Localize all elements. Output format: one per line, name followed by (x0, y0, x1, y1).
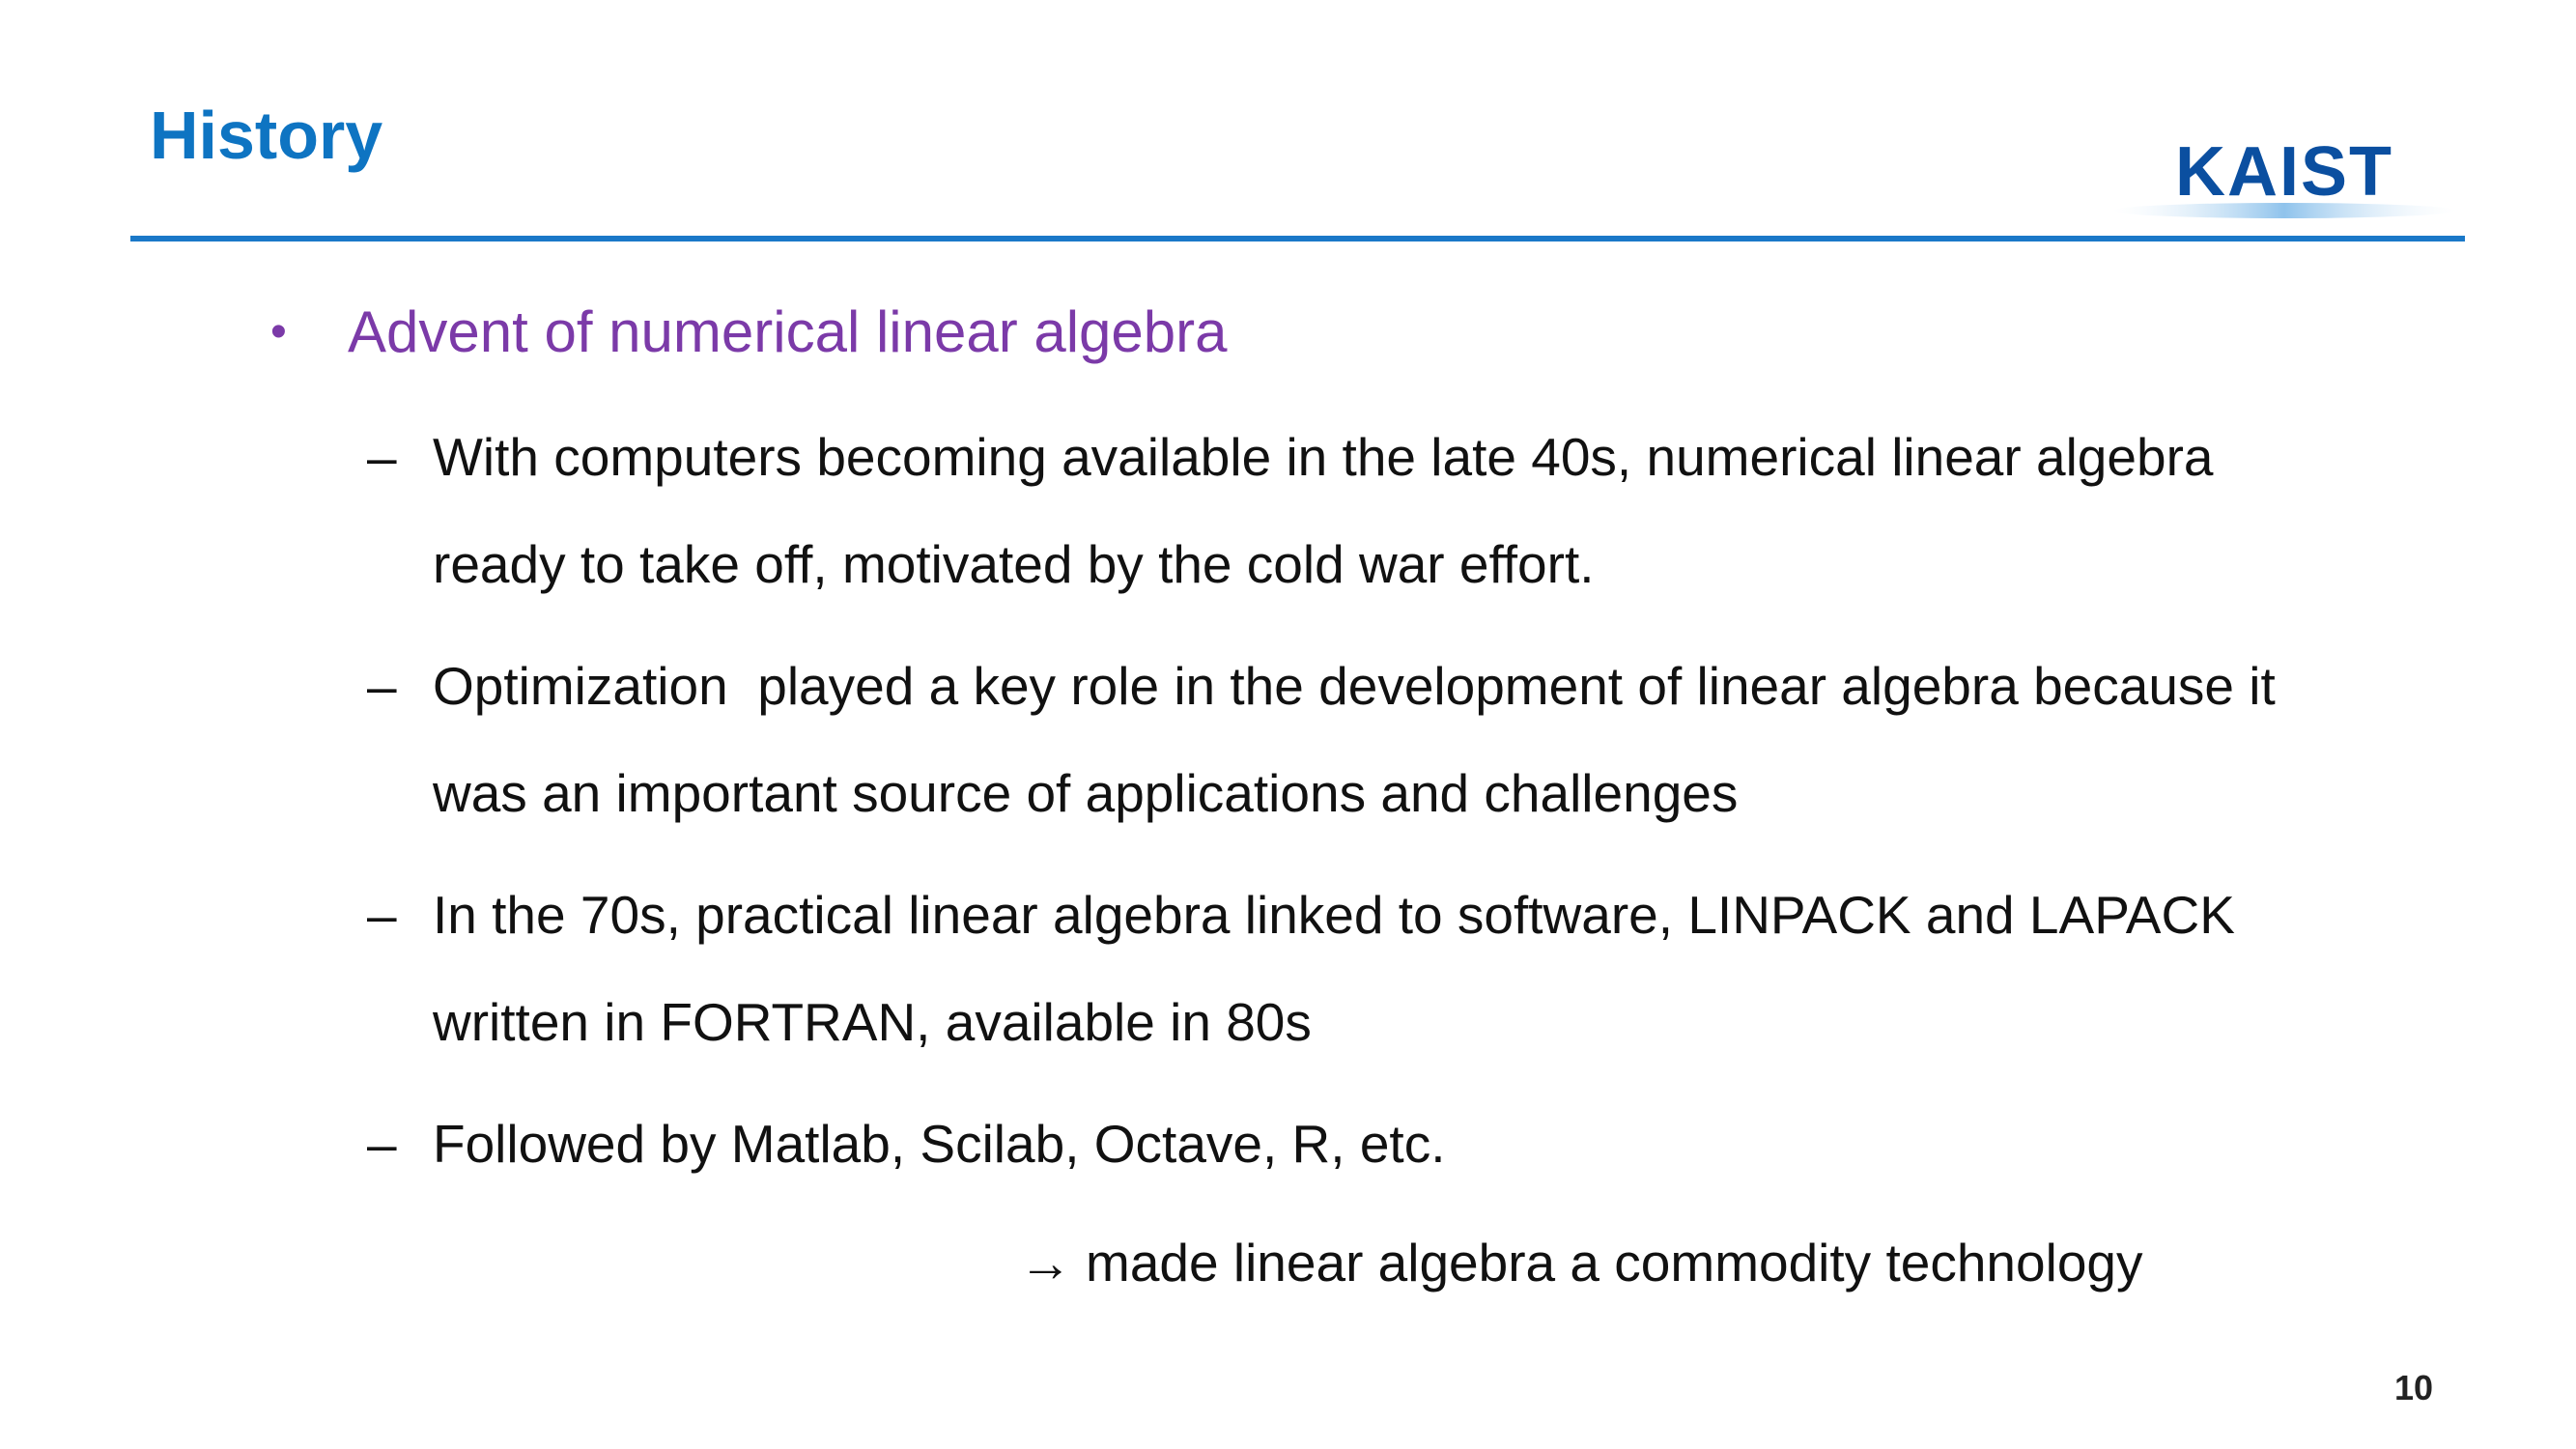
dash-marker: – (367, 427, 397, 487)
title-divider (130, 236, 2465, 242)
slide: History KAIST • Advent of numerical line… (0, 0, 2576, 1449)
logo-text: KAIST (2175, 135, 2393, 211)
kaist-logo: KAIST (2110, 135, 2458, 222)
bullet-dot: • (270, 306, 287, 357)
dash-marker: – (367, 885, 397, 945)
sub-bullet-text: With computers becoming available in the… (433, 427, 2228, 594)
bullet-heading-text: Advent of numerical linear algebra (348, 299, 1228, 364)
right-arrow-icon: → (1019, 1233, 1072, 1293)
sub-bullet-text: Followed by Matlab, Scilab, Octave, R, e… (433, 1114, 1446, 1174)
dash-marker: – (367, 656, 397, 716)
sub-bullet-text: In the 70s, practical linear algebra lin… (433, 885, 2250, 1052)
dash-marker: – (367, 1114, 397, 1174)
slide-title: History (150, 98, 383, 173)
sub-bullet-text: Optimization played a key role in the de… (433, 656, 2306, 823)
conclusion-text: made linear algebra a commodity technolo… (1086, 1233, 2143, 1293)
page-number: 10 (2393, 1368, 2433, 1407)
conclusion-line: → made linear algebra a commodity technol… (1019, 1209, 2143, 1317)
